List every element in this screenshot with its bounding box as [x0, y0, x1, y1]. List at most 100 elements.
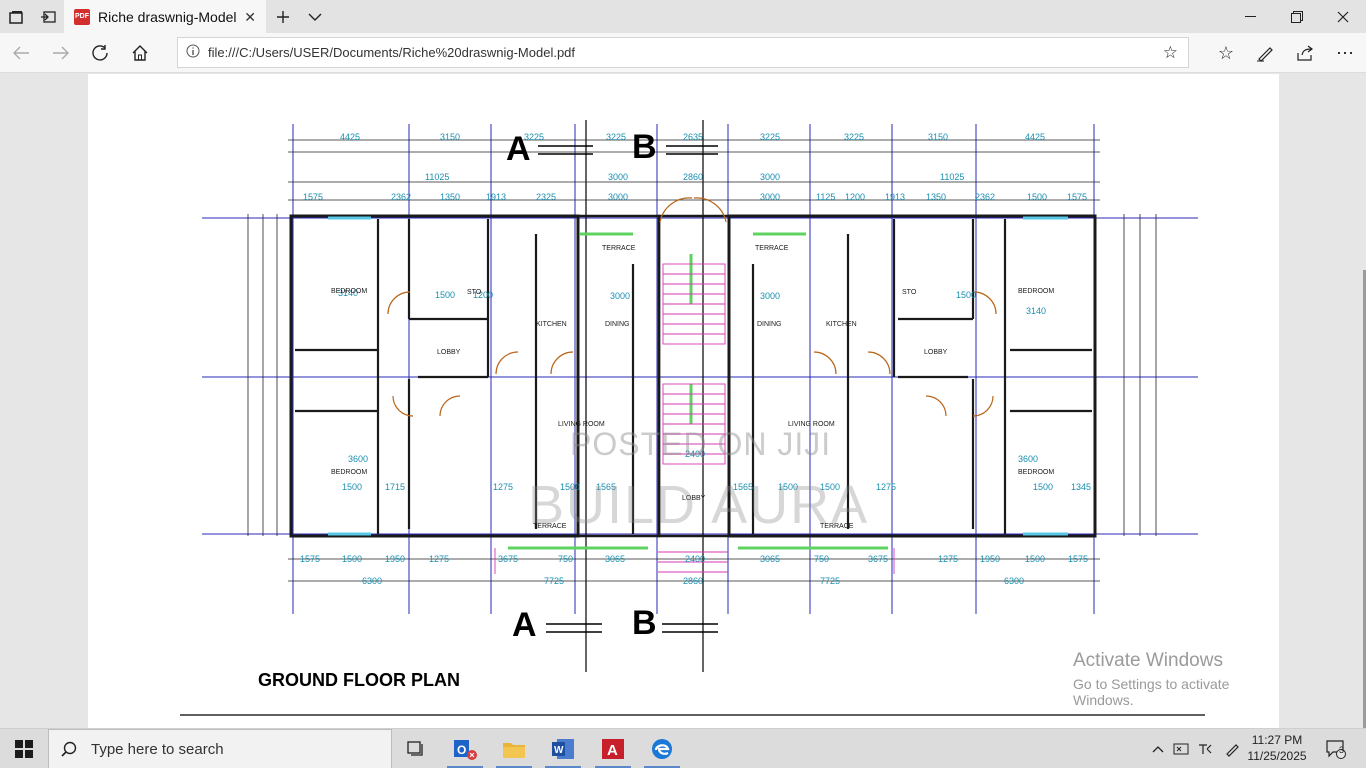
svg-text:1575: 1575 [300, 554, 320, 564]
svg-text:3000: 3000 [608, 172, 628, 182]
tab-title: Riche draswnig-Model.p [98, 8, 236, 25]
task-view-icon[interactable] [392, 729, 440, 768]
ime-icon[interactable] [1194, 729, 1216, 768]
svg-text:1500: 1500 [1033, 482, 1053, 492]
search-icon [61, 741, 77, 757]
outlook-icon[interactable]: O [441, 729, 489, 768]
show-hidden-icons-chevron-up-icon[interactable] [1148, 729, 1168, 768]
set-aside-tabs-icon[interactable] [32, 0, 64, 33]
svg-text:W: W [554, 745, 564, 756]
file-explorer-icon[interactable] [490, 729, 538, 768]
room-bedroom-1: BEDROOM [331, 288, 367, 295]
tab-active-pdf[interactable]: PDF Riche draswnig-Model.p ✕ [64, 0, 266, 33]
svg-text:KITCHEN: KITCHEN [826, 321, 857, 328]
svg-text:TERRACE: TERRACE [755, 245, 789, 252]
plan-title: GROUND FLOOR PLAN [258, 670, 460, 690]
svg-text:1345: 1345 [1071, 482, 1091, 492]
svg-text:1950: 1950 [385, 554, 405, 564]
svg-text:1275: 1275 [938, 554, 958, 564]
home-button[interactable] [121, 37, 159, 69]
svg-text:2635: 2635 [683, 132, 703, 142]
watermark-brand: BUILD AURA [528, 475, 870, 535]
autocad-icon[interactable]: A [589, 729, 637, 768]
svg-text:1500: 1500 [342, 482, 362, 492]
svg-text:3065: 3065 [605, 554, 625, 564]
share-icon[interactable] [1286, 37, 1324, 69]
svg-text:3150: 3150 [440, 132, 460, 142]
system-clock[interactable]: 11:27 PM 11/25/2025 [1246, 732, 1308, 764]
svg-text:1200: 1200 [845, 192, 865, 202]
svg-text:3600: 3600 [1018, 454, 1038, 464]
favorite-star-icon[interactable]: ☆ [1163, 43, 1178, 63]
edge-icon[interactable] [638, 729, 686, 768]
new-tab-button[interactable] [268, 0, 298, 33]
favorites-icon[interactable]: ☆ [1207, 37, 1245, 69]
svg-text:1913: 1913 [486, 192, 506, 202]
taskbar-search-box[interactable]: Type here to search [48, 729, 392, 768]
section-mark-b-bottom: B [632, 604, 657, 642]
action-center-icon[interactable]: 3 [1318, 729, 1354, 768]
tab-actions-icon[interactable] [0, 0, 32, 33]
refresh-button[interactable] [81, 37, 119, 69]
activate-subtitle: Go to Settings to activate Windows. [1073, 676, 1230, 708]
svg-text:2325: 2325 [536, 192, 556, 202]
restore-button[interactable] [1274, 0, 1320, 33]
svg-text:6300: 6300 [362, 576, 382, 586]
navigation-bar: file:///C:/Users/USER/Documents/Riche%20… [0, 33, 1366, 73]
svg-text:3675: 3675 [498, 554, 518, 564]
svg-text:KITCHEN: KITCHEN [536, 321, 567, 328]
pen-workspace-icon[interactable] [1220, 729, 1244, 768]
svg-text:1575: 1575 [1068, 554, 1088, 564]
pdf-icon: PDF [74, 8, 90, 25]
windows-logo-icon [15, 740, 33, 758]
dim-top-1: 4425 [340, 132, 360, 142]
word-icon[interactable]: W [539, 729, 587, 768]
more-icon[interactable]: ⋯ [1326, 37, 1364, 69]
svg-text:3065: 3065 [760, 554, 780, 564]
forward-button[interactable] [42, 37, 80, 69]
svg-text:1350: 1350 [440, 192, 460, 202]
clock-date: 11/25/2025 [1247, 749, 1307, 763]
svg-text:7725: 7725 [820, 576, 840, 586]
svg-text:6300: 6300 [1004, 576, 1024, 586]
svg-text:3600: 3600 [348, 454, 368, 464]
svg-text:11025: 11025 [940, 172, 964, 182]
svg-text:1125: 1125 [816, 192, 835, 202]
svg-text:1275: 1275 [876, 482, 896, 492]
svg-text:1913: 1913 [885, 192, 905, 202]
svg-text:STO: STO [902, 289, 917, 296]
close-tab-icon[interactable]: ✕ [244, 9, 256, 26]
pdf-viewer[interactable]: 4425 3150 3225 3225 2635 3225 3225 3150 … [0, 74, 1366, 760]
floor-plan-drawing: 4425 3150 3225 3225 2635 3225 3225 3150 … [180, 120, 1205, 716]
svg-text:DINING: DINING [605, 321, 630, 328]
svg-text:750: 750 [814, 554, 829, 564]
svg-text:3000: 3000 [760, 291, 780, 301]
section-mark-a-bottom: A [512, 606, 537, 644]
tab-list-chevron-down-icon[interactable] [300, 0, 330, 33]
svg-text:2362: 2362 [975, 192, 995, 202]
svg-text:3000: 3000 [760, 172, 780, 182]
svg-text:3225: 3225 [844, 132, 864, 142]
svg-text:LOBBY: LOBBY [924, 349, 948, 356]
svg-text:1275: 1275 [429, 554, 449, 564]
svg-text:2400: 2400 [685, 554, 705, 564]
pen-notes-icon[interactable] [1246, 37, 1284, 69]
address-bar[interactable]: file:///C:/Users/USER/Documents/Riche%20… [177, 37, 1189, 68]
close-window-button[interactable] [1320, 0, 1366, 33]
section-mark-b-top: B [632, 128, 657, 166]
info-icon[interactable] [178, 44, 208, 61]
svg-text:750: 750 [558, 554, 573, 564]
svg-text:11025: 11025 [425, 172, 449, 182]
watermark-posted: POSTED ON JIJI [570, 426, 832, 462]
back-button[interactable] [2, 37, 40, 69]
svg-text:A: A [607, 742, 618, 759]
svg-text:STO: STO [467, 289, 482, 296]
svg-text:3000: 3000 [608, 192, 628, 202]
title-bar: PDF Riche draswnig-Model.p ✕ [0, 0, 1366, 33]
network-icon[interactable] [1170, 729, 1192, 768]
svg-text:TERRACE: TERRACE [602, 245, 636, 252]
svg-text:1350: 1350 [926, 192, 946, 202]
minimize-button[interactable] [1228, 0, 1274, 33]
start-button[interactable] [0, 729, 48, 768]
svg-text:1575: 1575 [303, 192, 323, 202]
